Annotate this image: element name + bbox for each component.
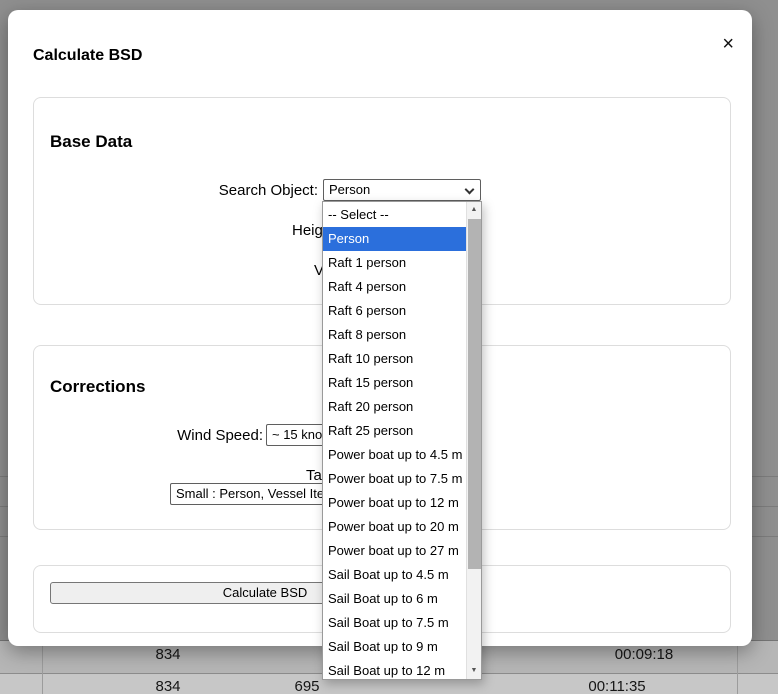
- table-cell: 834: [155, 678, 181, 694]
- dropdown-option[interactable]: Sail Boat up to 9 m: [323, 635, 466, 659]
- dropdown-scrollbar[interactable]: ▲ ▼: [466, 202, 481, 679]
- dropdown-option[interactable]: Raft 6 person: [323, 299, 466, 323]
- search-object-label: Search Object:: [218, 182, 318, 199]
- dropdown-option[interactable]: Raft 1 person: [323, 251, 466, 275]
- dropdown-option[interactable]: Raft 25 person: [323, 419, 466, 443]
- corrections-section-title: Corrections: [50, 377, 146, 396]
- dropdown-option[interactable]: Sail Boat up to 4.5 m: [323, 563, 466, 587]
- dropdown-option[interactable]: Sail Boat up to 7.5 m: [323, 611, 466, 635]
- close-icon[interactable]: ×: [718, 30, 738, 58]
- dropdown-option[interactable]: Raft 10 person: [323, 347, 466, 371]
- table-column-divider: [737, 641, 738, 694]
- dropdown-option[interactable]: Person: [323, 227, 466, 251]
- chevron-down-icon: [464, 184, 475, 195]
- wind-speed-label: Wind Speed:: [177, 427, 263, 444]
- dropdown-option[interactable]: Power boat up to 20 m: [323, 515, 466, 539]
- base-data-section-title: Base Data: [50, 132, 133, 151]
- dropdown-option[interactable]: Raft 20 person: [323, 395, 466, 419]
- scroll-up-icon[interactable]: ▲: [467, 202, 481, 218]
- dropdown-option[interactable]: Raft 15 person: [323, 371, 466, 395]
- dropdown-option[interactable]: Power boat up to 12 m: [323, 491, 466, 515]
- scroll-down-icon[interactable]: ▼: [467, 663, 481, 679]
- search-object-selected-value: Person: [329, 182, 371, 197]
- table-cell: 834: [155, 646, 181, 663]
- dropdown-option[interactable]: Sail Boat up to 12 m: [323, 659, 466, 679]
- search-object-select[interactable]: Person: [323, 179, 481, 201]
- dropdown-option[interactable]: Raft 8 person: [323, 323, 466, 347]
- height-label-partial: Heig: [292, 222, 323, 239]
- dropdown-option[interactable]: Sail Boat up to 6 m: [323, 587, 466, 611]
- target-type-selected-value: Small : Person, Vessel Items: [176, 486, 342, 501]
- dropdown-option[interactable]: Power boat up to 27 m: [323, 539, 466, 563]
- dropdown-option[interactable]: Power boat up to 7.5 m: [323, 467, 466, 491]
- dropdown-option[interactable]: Power boat up to 4.5 m: [323, 443, 466, 467]
- dropdown-option[interactable]: Raft 4 person: [323, 275, 466, 299]
- modal-title: Calculate BSD: [33, 47, 143, 64]
- target-label-partial: Ta: [306, 467, 322, 484]
- scrollbar-thumb[interactable]: [468, 219, 481, 569]
- search-object-dropdown-list: -- Select -- Person Raft 1 person Raft 4 pe…: [322, 201, 482, 680]
- table-cell: 695: [294, 678, 320, 694]
- dropdown-options: -- Select -- Person Raft 1 person Raft 4 pe…: [323, 203, 466, 679]
- dropdown-option[interactable]: -- Select --: [323, 203, 466, 227]
- table-column-divider: [42, 641, 43, 694]
- table-cell: 00:09:18: [614, 646, 674, 663]
- page-background: 834 00:09:18 834 695 00:11:35 Calculate …: [0, 0, 778, 694]
- table-cell: 00:11:35: [588, 678, 646, 694]
